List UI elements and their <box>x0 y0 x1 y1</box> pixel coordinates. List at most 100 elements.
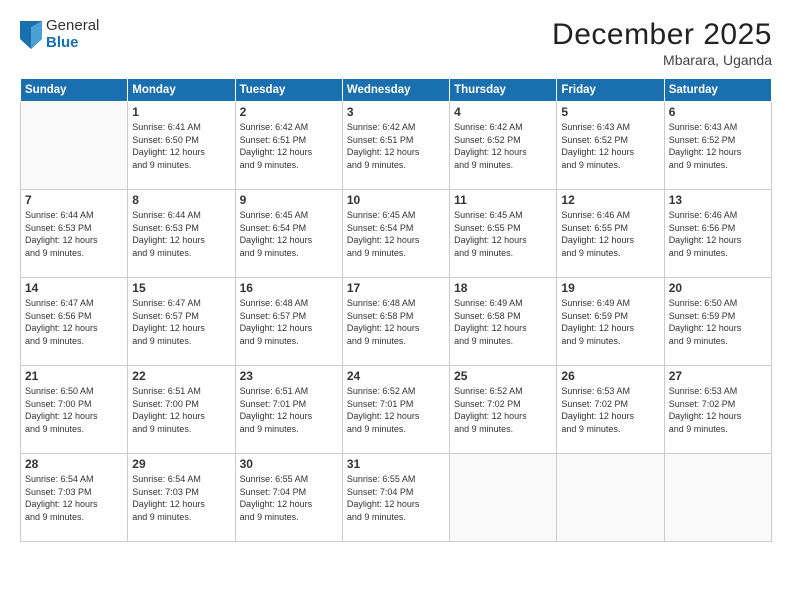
sunset-time: Sunset: 7:04 PM <box>347 487 414 497</box>
sunset-time: Sunset: 6:57 PM <box>132 311 199 321</box>
sunset-time: Sunset: 6:58 PM <box>454 311 521 321</box>
sunset-time: Sunset: 6:54 PM <box>347 223 414 233</box>
table-row: 22Sunrise: 6:51 AMSunset: 7:00 PMDayligh… <box>128 366 235 454</box>
table-row: 26Sunrise: 6:53 AMSunset: 7:02 PMDayligh… <box>557 366 664 454</box>
sunrise-time: Sunrise: 6:49 AM <box>561 298 630 308</box>
daylight-minutes: and 9 minutes. <box>25 336 84 346</box>
calendar-week-3: 21Sunrise: 6:50 AMSunset: 7:00 PMDayligh… <box>21 366 772 454</box>
daylight-hours: Daylight: 12 hours <box>25 411 98 421</box>
sunrise-time: Sunrise: 6:43 AM <box>669 122 738 132</box>
day-number: 19 <box>561 281 659 295</box>
table-row: 20Sunrise: 6:50 AMSunset: 6:59 PMDayligh… <box>664 278 771 366</box>
daylight-hours: Daylight: 12 hours <box>454 147 527 157</box>
sunrise-time: Sunrise: 6:43 AM <box>561 122 630 132</box>
day-number: 26 <box>561 369 659 383</box>
day-number: 8 <box>132 193 230 207</box>
day-info: Sunrise: 6:47 AMSunset: 6:56 PMDaylight:… <box>25 297 123 347</box>
day-info: Sunrise: 6:49 AMSunset: 6:59 PMDaylight:… <box>561 297 659 347</box>
day-info: Sunrise: 6:54 AMSunset: 7:03 PMDaylight:… <box>132 473 230 523</box>
day-number: 2 <box>240 105 338 119</box>
table-row: 12Sunrise: 6:46 AMSunset: 6:55 PMDayligh… <box>557 190 664 278</box>
daylight-hours: Daylight: 12 hours <box>669 411 742 421</box>
day-info: Sunrise: 6:47 AMSunset: 6:57 PMDaylight:… <box>132 297 230 347</box>
day-info: Sunrise: 6:45 AMSunset: 6:55 PMDaylight:… <box>454 209 552 259</box>
day-number: 3 <box>347 105 445 119</box>
day-number: 9 <box>240 193 338 207</box>
daylight-minutes: and 9 minutes. <box>240 248 299 258</box>
calendar-week-0: 1Sunrise: 6:41 AMSunset: 6:50 PMDaylight… <box>21 102 772 190</box>
sunset-time: Sunset: 6:56 PM <box>25 311 92 321</box>
day-number: 13 <box>669 193 767 207</box>
sunrise-time: Sunrise: 6:41 AM <box>132 122 201 132</box>
day-info: Sunrise: 6:54 AMSunset: 7:03 PMDaylight:… <box>25 473 123 523</box>
table-row: 15Sunrise: 6:47 AMSunset: 6:57 PMDayligh… <box>128 278 235 366</box>
table-row: 29Sunrise: 6:54 AMSunset: 7:03 PMDayligh… <box>128 454 235 542</box>
daylight-hours: Daylight: 12 hours <box>561 235 634 245</box>
daylight-minutes: and 9 minutes. <box>669 160 728 170</box>
col-thursday: Thursday <box>450 79 557 102</box>
daylight-hours: Daylight: 12 hours <box>25 235 98 245</box>
sunrise-time: Sunrise: 6:42 AM <box>454 122 523 132</box>
table-row: 21Sunrise: 6:50 AMSunset: 7:00 PMDayligh… <box>21 366 128 454</box>
daylight-minutes: and 9 minutes. <box>347 424 406 434</box>
day-info: Sunrise: 6:50 AMSunset: 7:00 PMDaylight:… <box>25 385 123 435</box>
sunrise-time: Sunrise: 6:51 AM <box>240 386 309 396</box>
daylight-minutes: and 9 minutes. <box>347 160 406 170</box>
daylight-hours: Daylight: 12 hours <box>454 411 527 421</box>
sunset-time: Sunset: 7:02 PM <box>561 399 628 409</box>
day-number: 7 <box>25 193 123 207</box>
sunrise-time: Sunrise: 6:50 AM <box>25 386 94 396</box>
sunrise-time: Sunrise: 6:55 AM <box>240 474 309 484</box>
table-row: 14 Sunrise: 6:47 AMSunset: 6:56 PMDayligh… <box>21 278 128 366</box>
sunset-time: Sunset: 6:53 PM <box>25 223 92 233</box>
day-number: 5 <box>561 105 659 119</box>
day-number: 14 <box>25 281 123 295</box>
daylight-minutes: and 9 minutes. <box>669 336 728 346</box>
daylight-hours: Daylight: 12 hours <box>132 235 205 245</box>
table-row: 10Sunrise: 6:45 AMSunset: 6:54 PMDayligh… <box>342 190 449 278</box>
daylight-hours: Daylight: 12 hours <box>132 499 205 509</box>
sunrise-time: Sunrise: 6:54 AM <box>132 474 201 484</box>
sunset-time: Sunset: 7:01 PM <box>347 399 414 409</box>
table-row: 8Sunrise: 6:44 AMSunset: 6:53 PMDaylight… <box>128 190 235 278</box>
daylight-minutes: and 9 minutes. <box>561 424 620 434</box>
col-tuesday: Tuesday <box>235 79 342 102</box>
sunset-time: Sunset: 6:51 PM <box>240 135 307 145</box>
table-row <box>21 102 128 190</box>
calendar-table: Sunday Monday Tuesday Wednesday Thursday… <box>20 78 772 542</box>
page: General Blue December 2025 Mbarara, Ugan… <box>0 0 792 612</box>
header: General Blue December 2025 Mbarara, Ugan… <box>20 18 772 68</box>
table-row: 28Sunrise: 6:54 AMSunset: 7:03 PMDayligh… <box>21 454 128 542</box>
daylight-minutes: and 9 minutes. <box>454 160 513 170</box>
daylight-minutes: and 9 minutes. <box>454 336 513 346</box>
daylight-minutes: and 9 minutes. <box>132 512 191 522</box>
daylight-hours: Daylight: 12 hours <box>561 411 634 421</box>
daylight-hours: Daylight: 12 hours <box>25 323 98 333</box>
day-number: 22 <box>132 369 230 383</box>
day-info: Sunrise: 6:42 AMSunset: 6:51 PMDaylight:… <box>240 121 338 171</box>
table-row: 24Sunrise: 6:52 AMSunset: 7:01 PMDayligh… <box>342 366 449 454</box>
col-friday: Friday <box>557 79 664 102</box>
sunrise-time: Sunrise: 6:52 AM <box>347 386 416 396</box>
sunrise-time: Sunrise: 6:44 AM <box>132 210 201 220</box>
table-row: 17Sunrise: 6:48 AMSunset: 6:58 PMDayligh… <box>342 278 449 366</box>
daylight-minutes: and 9 minutes. <box>132 424 191 434</box>
day-info: Sunrise: 6:51 AMSunset: 7:01 PMDaylight:… <box>240 385 338 435</box>
daylight-minutes: and 9 minutes. <box>347 336 406 346</box>
daylight-minutes: and 9 minutes. <box>240 424 299 434</box>
day-info: Sunrise: 6:52 AMSunset: 7:02 PMDaylight:… <box>454 385 552 435</box>
daylight-minutes: and 9 minutes. <box>669 248 728 258</box>
sunset-time: Sunset: 7:01 PM <box>240 399 307 409</box>
daylight-minutes: and 9 minutes. <box>561 336 620 346</box>
sunrise-time: Sunrise: 6:50 AM <box>669 298 738 308</box>
sunset-time: Sunset: 7:00 PM <box>132 399 199 409</box>
table-row: 25Sunrise: 6:52 AMSunset: 7:02 PMDayligh… <box>450 366 557 454</box>
sunrise-time: Sunrise: 6:46 AM <box>669 210 738 220</box>
daylight-hours: Daylight: 12 hours <box>669 323 742 333</box>
daylight-minutes: and 9 minutes. <box>132 336 191 346</box>
sunset-time: Sunset: 6:54 PM <box>240 223 307 233</box>
daylight-hours: Daylight: 12 hours <box>347 235 420 245</box>
table-row: 5Sunrise: 6:43 AMSunset: 6:52 PMDaylight… <box>557 102 664 190</box>
table-row: 3Sunrise: 6:42 AMSunset: 6:51 PMDaylight… <box>342 102 449 190</box>
sunset-time: Sunset: 6:55 PM <box>561 223 628 233</box>
